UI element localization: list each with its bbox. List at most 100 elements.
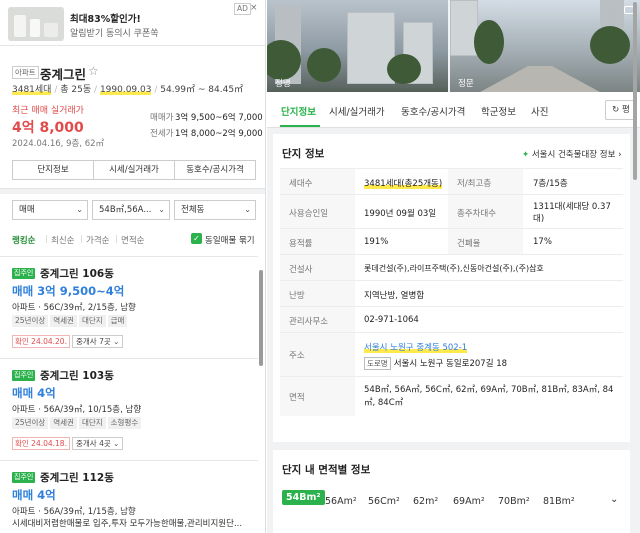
photo-strip: 정명 정문	[267, 0, 640, 92]
confirm-date: 확인 24.04.20.	[12, 335, 70, 348]
chevron-down-icon: ⌄	[76, 205, 83, 214]
info-row: 주소 서울시 노원구 중계동 502-1 도로명 서울시 노원구 동일로207길 …	[280, 332, 623, 376]
tab-price[interactable]: 시세/실거래가	[329, 104, 385, 118]
info-row: 면적 54B㎡, 56A㎡, 56C㎡, 62㎡, 69A㎡, 70B㎡, 81…	[280, 376, 623, 416]
tab-underline	[280, 125, 320, 127]
chevron-down-icon: ⌄	[244, 205, 251, 214]
approval-date: 1990.09.03	[99, 85, 152, 95]
tab-school[interactable]: 학군정보	[481, 104, 516, 118]
area-chip[interactable]: 56Cm²	[368, 496, 400, 507]
listing-name: 중계그린 103동	[40, 370, 114, 382]
info-row: 관리사무소 02-971-1064	[280, 306, 623, 332]
sale-price-range: 3억 9,500~6억 7,000	[175, 113, 263, 123]
listing-price: 매매 4억	[12, 386, 56, 400]
recent-price-label: 최근 매매 실거래가	[12, 106, 84, 116]
info-row: 용적률 191% 건폐율 17%	[280, 228, 623, 254]
sort-ranking[interactable]: 랭킹순	[12, 234, 35, 246]
listing-card[interactable]: 집주인 중계그린 106동 매매 3억 9,500~4억 아파트 · 56C/3…	[0, 256, 258, 358]
unit-price-button[interactable]: 동호수/공시가격	[175, 161, 255, 179]
close-icon[interactable]: ×	[250, 3, 258, 13]
group-label[interactable]: 동일매물 묶기	[205, 234, 255, 246]
pin-icon: ✦	[522, 150, 530, 160]
photo-front[interactable]: 정명	[267, 0, 448, 92]
section-title: 단지 정보	[282, 148, 325, 160]
area-info-section: 단지 내 면적별 정보 54Bm² 56Am² 56Cm² 62m² 69Am²…	[273, 450, 630, 533]
group-checkbox[interactable]: ✓	[191, 233, 202, 244]
listing-panel: 최대83%할인가! 알림받기 동의시 쿠폰쏙 AD × 아파트 중계그린 ☆ 3…	[0, 0, 266, 533]
listing-card[interactable]: 집주인 중계그린 112동 매매 4억 아파트 · 56A/39㎡, 1/15층…	[0, 460, 258, 533]
trade-type-select[interactable]: 매매 ⌄	[12, 200, 88, 220]
owner-badge: 집주인	[12, 268, 36, 279]
ad-badge: AD	[234, 3, 251, 15]
jeonse-price-label: 전세가	[150, 129, 174, 139]
listing-tags: 25년이상 역세권 대단지 급매	[12, 315, 129, 327]
broker-count-button[interactable]: 중개사 4곳 ⌄	[72, 437, 124, 450]
tab-complex-info[interactable]: 단지정보	[281, 104, 316, 118]
tab-unit-price[interactable]: 동호수/공시가격	[401, 104, 465, 118]
photo-label: 정명	[275, 79, 291, 89]
chevron-down-icon[interactable]: ⌄	[610, 494, 618, 505]
ad-subtitle: 알림받기 동의시 쿠폰쏙	[70, 29, 159, 39]
ad-banner[interactable]: 최대83%할인가! 알림받기 동의시 쿠폰쏙 AD ×	[0, 0, 265, 46]
chevron-down-icon: ⌄	[158, 205, 165, 214]
ad-thumbnail	[8, 7, 64, 41]
detail-panel: 정명 정문 단지정보 시세/실거래가 동호수/공시가격 학군정보 사진 ↻ 평 …	[267, 0, 640, 533]
complex-info-section: 단지 정보 ✦ 서울시 건축물대장 정보 › 세대수 3481세대(총25개동)…	[273, 134, 630, 442]
listing-spec: 아파트 · 56C/39㎡, 2/15층, 남향	[12, 303, 136, 313]
listing-price: 매매 3억 9,500~4억	[12, 284, 125, 298]
info-row: 건설사 롯데건설(주),라이프주택(주),신동아건설(주),(주)삼호	[280, 254, 623, 280]
owner-badge: 집주인	[12, 370, 36, 381]
photo-gate[interactable]: 정문	[450, 0, 640, 92]
info-row: 난방 지역난방, 열병합	[280, 280, 623, 306]
listing-spec: 아파트 · 56A/39㎡, 1/15층, 남향	[12, 507, 136, 517]
complex-info-button[interactable]: 단지정보	[13, 161, 94, 179]
info-row: 세대수 3481세대(총25개동) 저/최고층 7층/15층	[280, 168, 623, 194]
list-scrollbar[interactable]	[259, 270, 263, 366]
area-chip[interactable]: 54Bm²	[282, 490, 325, 505]
area-chip[interactable]: 69Am²	[453, 496, 485, 507]
area-chip[interactable]: 70Bm²	[498, 496, 530, 507]
photo-label: 정문	[458, 79, 474, 89]
buildings: 총 25동	[60, 85, 92, 95]
sort-price[interactable]: 가격순	[86, 234, 109, 246]
confirm-date: 확인 24.04.18.	[12, 437, 70, 450]
area-chip[interactable]: 56Am²	[325, 496, 357, 507]
detail-scrollbar[interactable]	[633, 2, 637, 180]
lot-address[interactable]: 서울시 노원구 중계동 502-1	[364, 341, 468, 353]
property-type-tag: 아파트	[12, 66, 39, 79]
listing-description: 시세대비저렴한매물로 입주,투자 모두가능한매물,관리비지원단...	[12, 519, 243, 529]
property-summary: 3481세대 / 총 25동 / 1990.09.03 / 54.99㎡ ~ 8…	[12, 85, 244, 95]
section-divider	[0, 188, 265, 194]
favorite-star-icon[interactable]: ☆	[88, 64, 99, 78]
area-chip[interactable]: 81Bm²	[543, 496, 575, 507]
sale-price-label: 매매가	[150, 113, 174, 123]
broker-count-button[interactable]: 중개사 7곳 ⌄	[72, 335, 124, 348]
owner-badge: 집주인	[12, 472, 36, 483]
refresh-icon: ↻	[612, 105, 620, 115]
detail-tabs: 단지정보 시세/실거래가 동호수/공시가격 학군정보 사진	[267, 92, 640, 128]
recent-trade-date: 2024.04.16, 9층, 62㎡	[12, 139, 105, 149]
info-row: 사용승인일 1990년 09월 03일 총주차대수 1311대(세대당 0.37…	[280, 194, 623, 228]
tab-photos[interactable]: 사진	[531, 104, 548, 118]
area-chip[interactable]: 62m²	[413, 496, 438, 507]
listing-name: 중계그린 112동	[40, 472, 114, 484]
building-registry-link[interactable]: ✦ 서울시 건축물대장 정보 ›	[522, 148, 622, 160]
action-buttons: 단지정보 시세/실거래가 동호수/공시가격	[12, 160, 256, 180]
listing-name: 중계그린 106동	[40, 268, 114, 280]
ad-title: 최대83%할인가!	[70, 14, 141, 25]
listing-card[interactable]: 집주인 중계그린 103동 매매 4억 아파트 · 56A/39㎡, 10/15…	[0, 358, 258, 460]
road-address: 도로명 서울시 노원구 동일로207길 18	[364, 357, 507, 370]
listing-price: 매매 4억	[12, 488, 56, 502]
jeonse-price-range: 1억 8,000~2억 9,000	[175, 129, 263, 139]
building-select[interactable]: 전체동 ⌄	[174, 200, 256, 220]
sort-latest[interactable]: 최신순	[51, 234, 74, 246]
section-title: 단지 내 면적별 정보	[282, 464, 371, 476]
households: 3481세대	[12, 85, 52, 95]
recent-price: 4억 8,000	[12, 120, 84, 136]
area-select[interactable]: 54B㎡,56A... ⌄	[92, 200, 170, 220]
area-range: 54.99㎡ ~ 84.45㎡	[160, 85, 244, 95]
sort-area[interactable]: 면적순	[121, 234, 144, 246]
property-name: 중계그린	[40, 67, 87, 82]
price-history-button[interactable]: 시세/실거래가	[94, 161, 175, 179]
listing-spec: 아파트 · 56A/39㎡, 10/15층, 남향	[12, 405, 142, 415]
